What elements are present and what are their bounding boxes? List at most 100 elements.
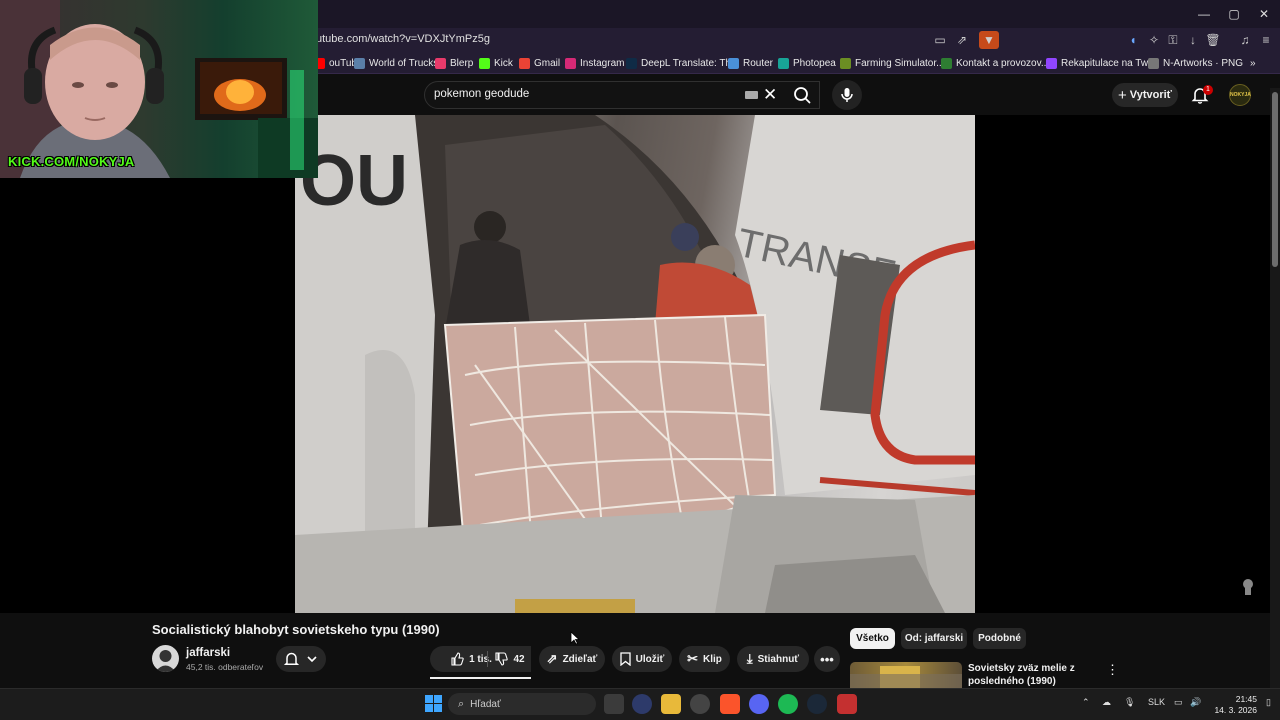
- webcam-overlay: KICK.COM/NOKYJA: [0, 0, 318, 178]
- channel-watermark-icon[interactable]: [1240, 578, 1256, 601]
- search-button[interactable]: [784, 81, 820, 109]
- menu-icon[interactable]: ≡: [1257, 31, 1275, 49]
- chip-from-channel[interactable]: Od: jaffarski: [901, 628, 967, 649]
- tray-microphone-icon[interactable]: 🎙: [1124, 697, 1135, 708]
- channel-avatar[interactable]: [152, 645, 179, 672]
- reader-mode-icon[interactable]: ▭: [931, 31, 949, 49]
- start-button[interactable]: [425, 695, 442, 717]
- bookmark-item[interactable]: World of Trucks: [354, 55, 438, 71]
- bookmark-label: Gmail: [534, 57, 561, 69]
- taskbar-search[interactable]: ⌕ Hľadať: [448, 693, 596, 715]
- bookmark-label: DeepL Translate: Th...: [641, 57, 740, 69]
- create-button[interactable]: + Vytvoriť: [1112, 83, 1178, 107]
- bookmark-favicon-icon: [840, 57, 851, 69]
- trash-icon[interactable]: 🗑: [1204, 31, 1222, 49]
- file-explorer-icon[interactable]: [661, 694, 681, 714]
- bookmark-item[interactable]: Photopea: [778, 55, 836, 71]
- network-icon[interactable]: ▭: [1174, 697, 1183, 708]
- bookmark-favicon-icon: [941, 57, 952, 69]
- bookmark-label: N-Artworks · PNG: [1163, 57, 1243, 69]
- more-actions-button[interactable]: •••: [814, 646, 840, 672]
- bookmark-item[interactable]: Gmail: [519, 55, 560, 71]
- clock-date: 14. 3. 2026: [1214, 705, 1257, 715]
- bookmark-item[interactable]: Farming Simulator...: [840, 55, 944, 71]
- share-page-icon[interactable]: ⇗: [953, 31, 971, 49]
- clip-button[interactable]: ✂ Klip: [679, 646, 730, 672]
- download-button[interactable]: ⤓ Stiahnuť: [737, 646, 809, 672]
- maximize-button[interactable]: ▢: [1219, 4, 1249, 24]
- bookmark-item[interactable]: Router: [728, 55, 773, 71]
- recommendation-thumbnail[interactable]: [850, 662, 962, 688]
- system-clock[interactable]: 21:45 14. 3. 2026: [1207, 694, 1257, 716]
- voice-search-button[interactable]: [832, 80, 862, 110]
- chip-related[interactable]: Podobné: [973, 628, 1026, 649]
- bookmark-label: World of Trucks: [369, 57, 439, 69]
- music-icon[interactable]: ♫: [1236, 31, 1254, 49]
- clear-search-icon[interactable]: ✕: [763, 85, 777, 105]
- obs-icon[interactable]: [690, 694, 710, 714]
- bookmark-label: Kick: [494, 57, 513, 69]
- close-window-button[interactable]: ✕: [1249, 4, 1279, 24]
- recommendation-menu-icon[interactable]: ⋮: [1106, 662, 1119, 678]
- brave-browser-icon[interactable]: [720, 694, 740, 714]
- bookmark-item[interactable]: Rekapitulace na Twi...: [1046, 55, 1159, 71]
- bookmark-item[interactable]: Kontakt a provozov...: [941, 55, 1049, 71]
- dislike-count: 42: [513, 653, 525, 665]
- url-field[interactable]: utube.com/watch?v=VDXJtYmPz5g: [316, 33, 490, 45]
- game-app-icon[interactable]: [837, 694, 857, 714]
- video-still-image: OU TRANSF: [295, 115, 975, 613]
- create-label: Vytvoriť: [1129, 89, 1172, 101]
- bookmark-favicon-icon: [479, 57, 490, 69]
- channel-name[interactable]: jaffarski: [186, 647, 230, 659]
- video-frame[interactable]: OU TRANSF: [295, 115, 975, 613]
- save-label: Uložiť: [635, 653, 665, 665]
- tray-expand-icon[interactable]: ⌃: [1082, 697, 1090, 708]
- task-view-icon[interactable]: [604, 694, 624, 714]
- app-icon-1[interactable]: [632, 694, 652, 714]
- bookmark-favicon-icon: [728, 57, 739, 69]
- search-icon: [794, 87, 811, 104]
- scrollbar-thumb[interactable]: [1272, 92, 1278, 267]
- bookmark-favicon-icon: [565, 57, 576, 69]
- bookmark-item[interactable]: Kick: [479, 55, 513, 71]
- bookmark-item[interactable]: Instagram: [565, 55, 624, 71]
- bookmark-item[interactable]: DeepL Translate: Th...: [626, 55, 739, 71]
- dislike-button[interactable]: 42: [488, 646, 531, 672]
- notification-center-icon[interactable]: ▯: [1266, 697, 1271, 708]
- bookmark-icon: [620, 652, 631, 666]
- bookmark-label: Router: [743, 57, 774, 69]
- discord-icon[interactable]: [749, 694, 769, 714]
- more-horizontal-icon: •••: [820, 651, 834, 667]
- account-avatar[interactable]: NOKYJA: [1229, 84, 1251, 106]
- volume-icon[interactable]: 🔊: [1190, 697, 1201, 708]
- download-icon[interactable]: ↓: [1184, 31, 1202, 49]
- bookmark-favicon-icon: [1046, 57, 1057, 69]
- like-highlight-underline: [430, 677, 531, 679]
- subscriber-count: 45,2 tis. odberateľov: [186, 662, 264, 672]
- thumbs-up-icon: [451, 652, 464, 666]
- download-label: Stiahnuť: [757, 653, 800, 665]
- save-button[interactable]: Uložiť: [612, 646, 672, 672]
- minimize-button[interactable]: —: [1189, 4, 1219, 24]
- audio-icon[interactable]: ◖: [1124, 31, 1142, 49]
- spotify-icon[interactable]: [778, 694, 798, 714]
- search-query-text: pokemon geodude: [434, 88, 530, 100]
- thumbs-down-icon: [495, 652, 509, 666]
- clip-label: Klip: [703, 653, 722, 665]
- brave-shields-icon[interactable]: ▼: [979, 31, 999, 49]
- steam-icon[interactable]: [807, 694, 827, 714]
- subscription-bell-button[interactable]: [276, 646, 326, 672]
- bookmark-item[interactable]: N-Artworks · PNG: [1148, 55, 1243, 71]
- windows-logo-icon: [425, 695, 442, 712]
- recommendation-title[interactable]: Sovietsky zväz melie z posledného (1990): [968, 662, 1096, 688]
- extensions-icon[interactable]: ✧: [1145, 31, 1163, 49]
- password-key-icon[interactable]: ⚿: [1164, 31, 1182, 49]
- chip-all[interactable]: Všetko: [850, 628, 895, 649]
- bookmark-favicon-icon: [354, 57, 365, 69]
- keyboard-language[interactable]: SLK: [1148, 697, 1165, 707]
- tray-app-icon[interactable]: ☁: [1102, 697, 1111, 708]
- keyboard-icon[interactable]: [745, 91, 758, 99]
- bookmarks-overflow-icon[interactable]: »: [1250, 55, 1256, 71]
- bookmark-item[interactable]: Blerp: [435, 55, 473, 71]
- bookmark-favicon-icon: [435, 57, 446, 69]
